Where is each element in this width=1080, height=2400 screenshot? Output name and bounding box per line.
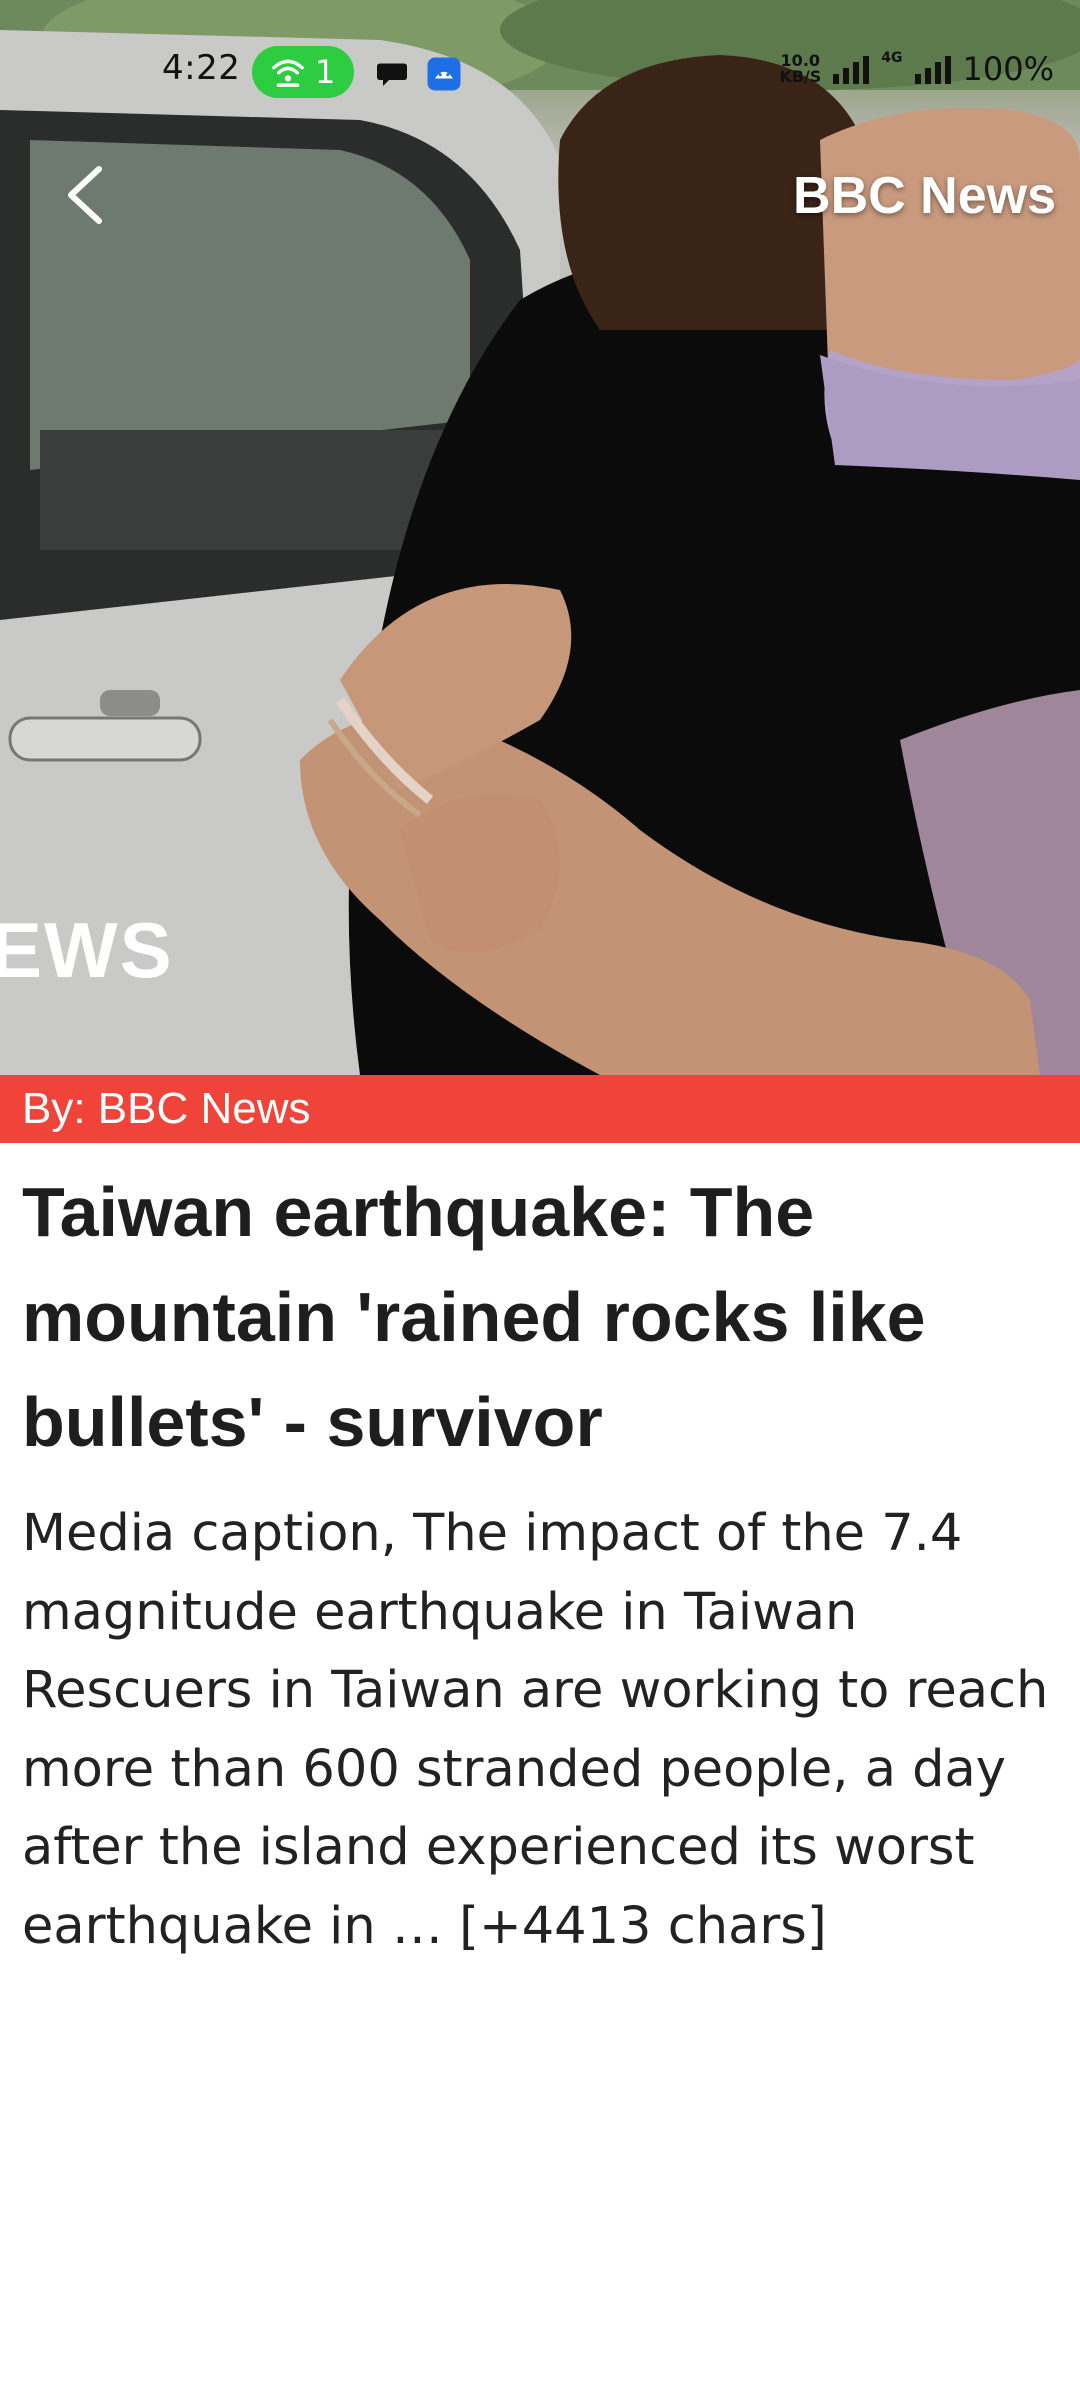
article-page: 4:22 1 10.0 KB/S 4G 100% BBC News EWS By… <box>0 0 1080 2400</box>
article-title: Taiwan earthquake: The mountain 'rained … <box>22 1173 926 1461</box>
battery-level: 100% <box>962 50 1054 88</box>
hotspot-indicator: 1 <box>252 46 354 98</box>
status-bar: 4:22 1 10.0 KB/S 4G 100% <box>0 0 1080 140</box>
chat-bubble-icon <box>377 63 407 86</box>
back-button[interactable] <box>50 160 120 230</box>
back-arrow-icon <box>68 166 102 224</box>
byline-bar: By: BBC News <box>0 1075 1080 1143</box>
header-brand-title: BBC News <box>793 167 1056 225</box>
signal-icon-secondary <box>914 54 951 84</box>
wifi-hotspot-icon <box>271 59 304 87</box>
image-watermark-text: EWS <box>0 906 174 994</box>
article-body: Media caption, The impact of the 7.4 mag… <box>22 1504 1049 1956</box>
network-speed: 10.0 KB/S <box>779 51 822 86</box>
signal-icon <box>833 54 870 84</box>
status-right-group: 10.0 KB/S 4G 100% <box>779 50 1054 88</box>
hotspot-count: 1 <box>314 53 336 91</box>
status-time: 4:22 <box>162 48 241 88</box>
app-notification-icon <box>427 57 461 91</box>
network-type: 4G <box>881 50 903 66</box>
